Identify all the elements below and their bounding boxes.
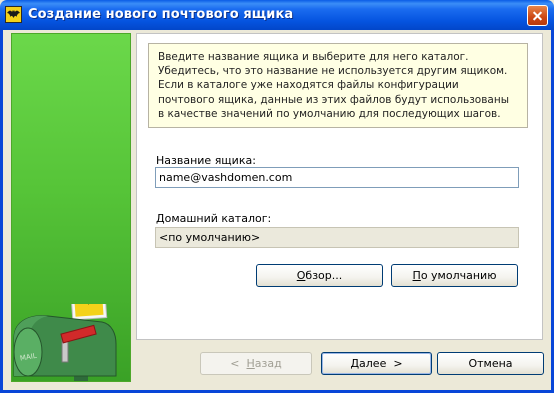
back-button-accel: Н	[246, 357, 255, 370]
browse-button[interactable]: Обзор...	[256, 264, 383, 287]
mailbox-name-input[interactable]	[155, 167, 519, 188]
default-button-label: о умолчанию	[420, 269, 497, 282]
bat-logo-icon	[5, 6, 22, 23]
window-border-left	[0, 30, 3, 393]
next-button-accel: Д	[350, 357, 360, 370]
window-title: Создание нового почтового ящика	[28, 7, 294, 22]
back-button-label: азад	[254, 357, 282, 370]
browse-button-label: бзор...	[305, 269, 343, 282]
info-message: Введите название ящика и выберите для не…	[148, 43, 528, 128]
next-button-label: алее >	[359, 357, 403, 370]
title-bar[interactable]: Создание нового почтового ящика	[0, 0, 554, 30]
mailbox-illustration: MAIL	[13, 304, 117, 381]
home-directory-label: Домашний каталог:	[156, 212, 272, 225]
default-button[interactable]: По умолчанию	[391, 264, 518, 287]
back-button[interactable]: < Назад	[200, 352, 312, 375]
cancel-button[interactable]: Отмена	[437, 352, 544, 375]
wizard-side-image: MAIL	[11, 33, 131, 382]
next-button[interactable]: Далее >	[321, 352, 432, 375]
wizard-window: Создание нового почтового ящика MAIL Вве	[0, 0, 554, 393]
home-directory-field[interactable]: <по умолчанию>	[155, 227, 519, 248]
back-button-arrow: <	[230, 357, 247, 370]
default-button-accel: П	[412, 269, 421, 282]
mailbox-name-label: Название ящика:	[156, 154, 256, 167]
close-button[interactable]	[527, 5, 548, 26]
wizard-content: Введите название ящика и выберите для не…	[136, 33, 543, 340]
